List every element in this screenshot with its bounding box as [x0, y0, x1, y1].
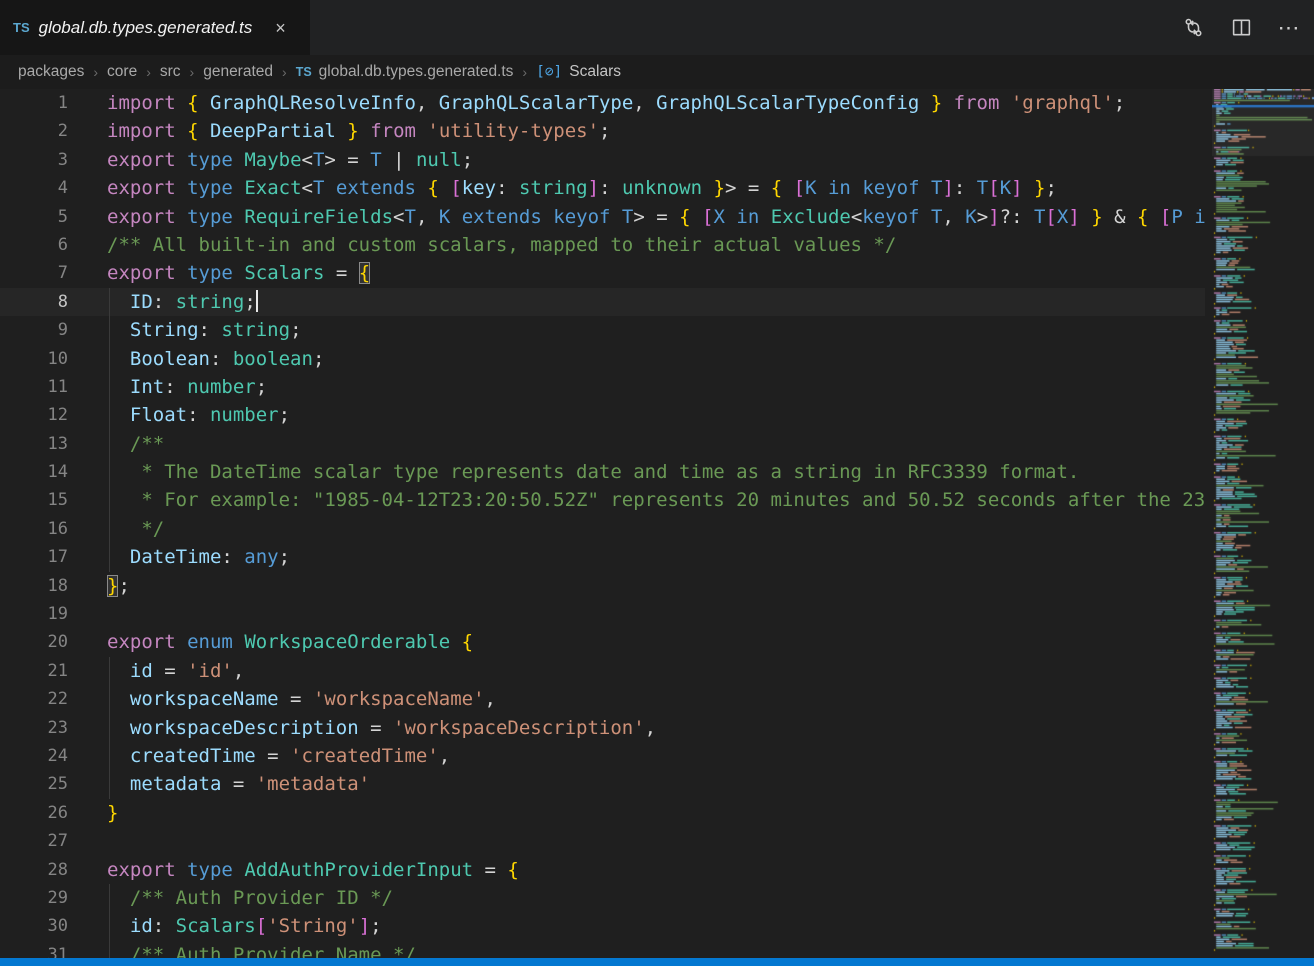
line-number: 2	[0, 117, 68, 145]
line-number: 23	[0, 714, 68, 742]
code-line[interactable]: 1import { GraphQLResolveInfo, GraphQLSca…	[0, 89, 1205, 117]
line-number: 9	[0, 316, 68, 344]
code-line[interactable]: 23 workspaceDescription = 'workspaceDesc…	[0, 714, 1205, 742]
code-line[interactable]: 2import { DeepPartial } from 'utility-ty…	[0, 117, 1205, 145]
code-line[interactable]: 8 ID: string;	[0, 288, 1205, 316]
code-line[interactable]: 6/** All built-in and custom scalars, ma…	[0, 231, 1205, 259]
code-line[interactable]: 18};	[0, 572, 1205, 600]
line-number: 24	[0, 742, 68, 770]
more-actions-icon[interactable]: ⋯	[1278, 17, 1300, 39]
vscode-editor-window: TS global.db.types.generated.ts ×	[0, 0, 1314, 966]
line-number: 20	[0, 628, 68, 656]
breadcrumb-item-packages[interactable]: packages	[18, 63, 84, 81]
line-number: 15	[0, 486, 68, 514]
status-bar	[0, 958, 1314, 966]
code-line[interactable]: 7export type Scalars = {	[0, 259, 1205, 287]
breadcrumb-item-symbol[interactable]: Scalars	[569, 63, 621, 81]
line-number: 22	[0, 685, 68, 713]
breadcrumb: packages › core › src › generated › TS global.db.…	[0, 55, 1314, 89]
code-line[interactable]: 17 DateTime: any;	[0, 543, 1205, 571]
code-line[interactable]: 30 id: Scalars['String'];	[0, 912, 1205, 940]
breadcrumb-separator: ›	[146, 64, 151, 80]
text-cursor	[256, 290, 258, 312]
tab-global-db-types-generated[interactable]: TS global.db.types.generated.ts ×	[0, 0, 310, 55]
code-line[interactable]: 26}	[0, 799, 1205, 827]
line-number: 8	[0, 288, 68, 316]
breadcrumb-item-src[interactable]: src	[160, 63, 181, 81]
line-number: 28	[0, 856, 68, 884]
breadcrumb-separator: ›	[190, 64, 195, 80]
typescript-file-icon: TS	[13, 20, 30, 35]
line-number: 7	[0, 259, 68, 287]
open-changes-icon[interactable]	[1182, 17, 1204, 39]
line-number: 16	[0, 515, 68, 543]
editor-actions: ⋯	[1182, 0, 1300, 55]
line-number: 21	[0, 657, 68, 685]
code-line[interactable]: 22 workspaceName = 'workspaceName',	[0, 685, 1205, 713]
line-number: 10	[0, 345, 68, 373]
breadcrumb-item-file[interactable]: global.db.types.generated.ts	[319, 63, 514, 81]
code-line[interactable]: 13 /**	[0, 430, 1205, 458]
code-editor[interactable]: 1import { GraphQLResolveInfo, GraphQLSca…	[0, 89, 1205, 958]
breadcrumb-item-generated[interactable]: generated	[203, 63, 273, 81]
line-number: 29	[0, 884, 68, 912]
code-line[interactable]: 10 Boolean: boolean;	[0, 345, 1205, 373]
code-line[interactable]: 3export type Maybe<T> = T | null;	[0, 146, 1205, 174]
line-number: 6	[0, 231, 68, 259]
code-line[interactable]: 14 * The DateTime scalar type represents…	[0, 458, 1205, 486]
breadcrumb-item-core[interactable]: core	[107, 63, 137, 81]
line-number: 19	[0, 600, 68, 628]
code-line[interactable]: 15 * For example: "1985-04-12T23:20:50.5…	[0, 486, 1205, 514]
code-line[interactable]: 28export type AddAuthProviderInput = {	[0, 856, 1205, 884]
code-line[interactable]: 12 Float: number;	[0, 401, 1205, 429]
line-number: 14	[0, 458, 68, 486]
symbol-type-icon: [⊘]	[536, 64, 562, 80]
code-line[interactable]: 5export type RequireFields<T, K extends …	[0, 203, 1205, 231]
line-number: 31	[0, 941, 68, 958]
code-line[interactable]: 4export type Exact<T extends { [key: str…	[0, 174, 1205, 202]
line-number: 17	[0, 543, 68, 571]
breadcrumb-separator: ›	[282, 64, 287, 80]
code-line[interactable]: 25 metadata = 'metadata'	[0, 770, 1205, 798]
code-line[interactable]: 31 /** Auth Provider Name */	[0, 941, 1205, 958]
line-number: 11	[0, 373, 68, 401]
typescript-file-icon: TS	[296, 65, 312, 79]
code-line[interactable]: 27	[0, 827, 1205, 855]
line-number: 30	[0, 912, 68, 940]
tab-bar: TS global.db.types.generated.ts ×	[0, 0, 1314, 55]
line-number: 26	[0, 799, 68, 827]
line-number: 25	[0, 770, 68, 798]
line-number: 4	[0, 174, 68, 202]
line-number: 27	[0, 827, 68, 855]
line-number: 3	[0, 146, 68, 174]
minimap[interactable]	[1212, 89, 1314, 958]
line-number: 12	[0, 401, 68, 429]
code-line[interactable]: 20export enum WorkspaceOrderable {	[0, 628, 1205, 656]
line-number: 1	[0, 89, 68, 117]
close-tab-icon[interactable]: ×	[271, 17, 290, 39]
code-line[interactable]: 11 Int: number;	[0, 373, 1205, 401]
breadcrumb-separator: ›	[522, 64, 527, 80]
breadcrumb-separator: ›	[93, 64, 98, 80]
line-number: 13	[0, 430, 68, 458]
code-line[interactable]: 29 /** Auth Provider ID */	[0, 884, 1205, 912]
code-line[interactable]: 24 createdTime = 'createdTime',	[0, 742, 1205, 770]
line-number: 18	[0, 572, 68, 600]
code-line[interactable]: 21 id = 'id',	[0, 657, 1205, 685]
split-editor-icon[interactable]	[1230, 17, 1252, 39]
code-line[interactable]: 9 String: string;	[0, 316, 1205, 344]
tab-title: global.db.types.generated.ts	[39, 18, 253, 38]
code-line[interactable]: 16 */	[0, 515, 1205, 543]
code-line[interactable]: 19	[0, 600, 1205, 628]
line-number: 5	[0, 203, 68, 231]
